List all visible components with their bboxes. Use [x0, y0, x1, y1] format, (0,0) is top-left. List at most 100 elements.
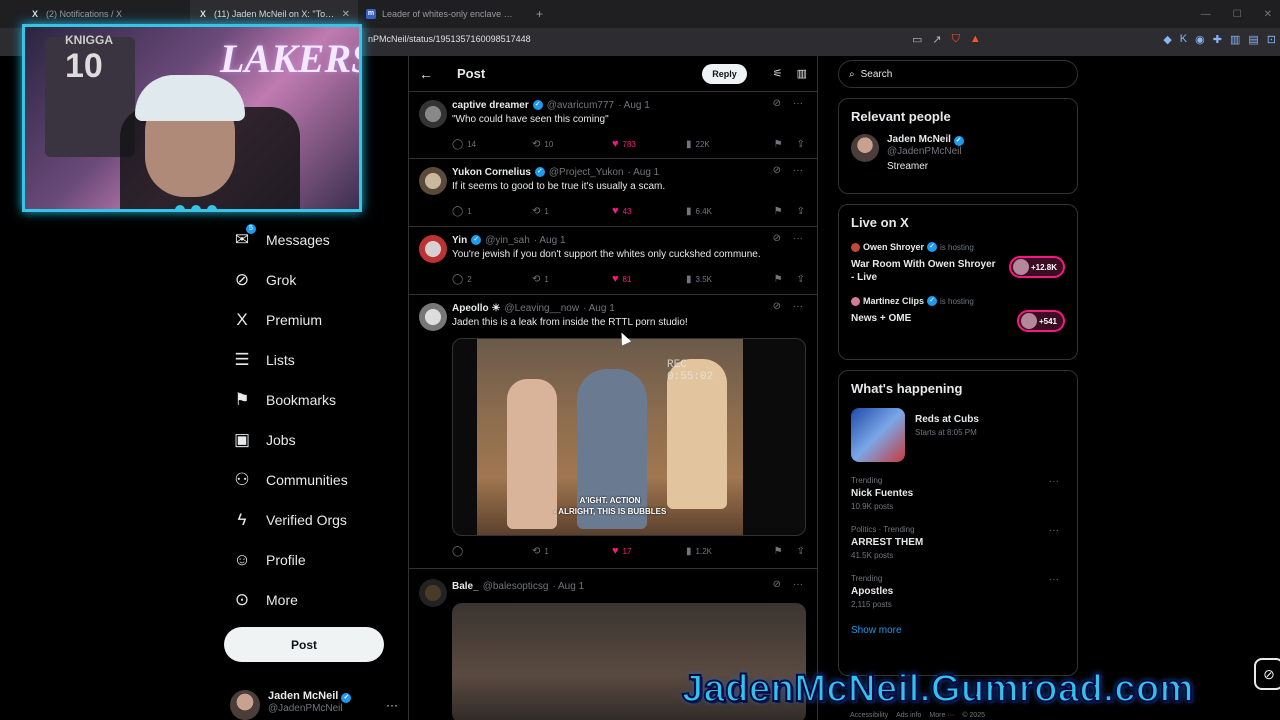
- trend-item[interactable]: Trending Apostles 2,115 posts ···: [851, 574, 1065, 609]
- puzzle-icon[interactable]: ✚: [1213, 33, 1222, 46]
- browser-tab[interactable]: m Leader of whites-only enclave Eric O: [358, 0, 526, 28]
- share-icon[interactable]: ↗: [932, 33, 941, 46]
- live-space[interactable]: Martinez Clips ✓ is hosting News + OME +54…: [851, 296, 1065, 332]
- like-action[interactable]: ♥ 783: [612, 138, 686, 150]
- footer-link[interactable]: Accessibility: [850, 712, 888, 719]
- sidebar-item-bookmarks[interactable]: ⚑ Bookmarks: [224, 380, 394, 420]
- minimize-icon[interactable]: —: [1201, 9, 1211, 20]
- show-more-link[interactable]: Show more: [851, 625, 1065, 636]
- reply-action[interactable]: ◯ 14: [452, 139, 532, 150]
- relevant-person[interactable]: Jaden McNeil ✓ @JadenPMcNeil Streamer: [851, 134, 1065, 172]
- footer-link[interactable]: More ···: [929, 712, 954, 719]
- featured-trend[interactable]: Reds at Cubs Starts at 8:05 PM: [851, 408, 1065, 462]
- more-options-icon[interactable]: ···: [793, 301, 803, 312]
- views-action[interactable]: ▮ 22K: [686, 139, 760, 150]
- sidebar-item-grok[interactable]: ⊘ Grok: [224, 260, 394, 300]
- reader-icon[interactable]: ▥: [797, 67, 807, 80]
- tweet-date[interactable]: · Aug 1: [534, 235, 566, 246]
- new-tab-button[interactable]: +: [526, 7, 553, 21]
- extension-icon[interactable]: ◉: [1195, 33, 1205, 46]
- reply-button[interactable]: Reply: [702, 63, 747, 84]
- sidebar-item-more[interactable]: ⊙ More: [224, 580, 394, 620]
- reply-tweet[interactable]: Yukon Cornelius ✓ @Project_Yukon · Aug 1…: [409, 159, 817, 227]
- like-action[interactable]: ♥ 81: [612, 273, 686, 285]
- sidebar-icon[interactable]: ▥: [1230, 33, 1240, 46]
- listener-pill[interactable]: +12.8K: [1008, 256, 1065, 278]
- sidebar-item-communities[interactable]: ⚇ Communities: [224, 460, 394, 500]
- footer-link[interactable]: Ads info: [896, 712, 921, 719]
- like-action[interactable]: ♥ 17: [612, 545, 686, 557]
- grok-floating-icon[interactable]: ⊘: [1254, 658, 1280, 690]
- url-field[interactable]: nPMcNeil/status/1951357160098517448: [368, 34, 531, 44]
- extension-icon[interactable]: ◆: [1163, 33, 1171, 46]
- repost-action[interactable]: ⟲ 1: [532, 274, 612, 285]
- grok-icon[interactable]: ⊘: [773, 579, 781, 590]
- tweet-author-name[interactable]: Apeollo ☀: [452, 303, 500, 314]
- reply-tweet[interactable]: captive dreamer ✓ @avaricum777 · Aug 1 ⊘…: [409, 92, 817, 159]
- views-action[interactable]: ▮ 1.2K: [686, 546, 760, 557]
- grok-icon[interactable]: ⊘: [773, 301, 781, 312]
- more-options-icon[interactable]: ···: [1049, 525, 1059, 536]
- sidebar-item-jobs[interactable]: ▣ Jobs: [224, 420, 394, 460]
- reply-tweet[interactable]: Yin ✓ @yin_sah · Aug 1 ⊘ ··· You're jewis…: [409, 227, 817, 295]
- extension-icon[interactable]: K: [1180, 33, 1187, 46]
- tweet-video[interactable]: REC 0:55:02 A'IGHT. ACTION - ALRIGHT, TH…: [452, 338, 806, 536]
- tweet-author-handle[interactable]: @balesopticsg: [483, 581, 549, 592]
- bookmark-icon[interactable]: ⚑: [774, 274, 783, 285]
- sidebar-item-profile[interactable]: ☺ Profile: [224, 540, 394, 580]
- bookmark-icon[interactable]: ⚑: [774, 546, 783, 557]
- post-button[interactable]: Post: [224, 627, 384, 662]
- filter-icon[interactable]: ⚟: [773, 67, 783, 80]
- tweet-date[interactable]: · Aug 1: [628, 167, 660, 178]
- live-space[interactable]: Owen Shroyer ✓ is hosting War Room With Ow…: [851, 242, 1065, 284]
- sidebar-item-verified-orgs[interactable]: ϟ Verified Orgs: [224, 500, 394, 540]
- trend-item[interactable]: Trending Nick Fuentes 10.9K posts ···: [851, 476, 1065, 511]
- tweet-author-handle[interactable]: @avaricum777: [547, 100, 614, 111]
- tweet-author-handle[interactable]: @Project_Yukon: [549, 167, 624, 178]
- close-window-icon[interactable]: ✕: [1264, 9, 1272, 20]
- reply-action[interactable]: ◯ 2: [452, 274, 532, 285]
- reply-action[interactable]: ◯: [452, 546, 532, 557]
- sidebar-item-messages[interactable]: ✉ 5 Messages: [224, 220, 394, 260]
- vpn-icon[interactable]: ⊡: [1267, 33, 1276, 46]
- more-options-icon[interactable]: ···: [386, 698, 398, 712]
- brave-shield-icon[interactable]: ⛉: [952, 33, 960, 46]
- like-action[interactable]: ♥ 43: [612, 205, 686, 217]
- reply-action[interactable]: ◯ 1: [452, 206, 532, 217]
- share-icon[interactable]: ⇪: [797, 546, 805, 557]
- more-options-icon[interactable]: ···: [1049, 574, 1059, 585]
- listener-pill[interactable]: +541: [1016, 310, 1065, 332]
- tweet-author-name[interactable]: Yukon Cornelius: [452, 167, 531, 178]
- screen-icon[interactable]: ▭: [912, 33, 922, 46]
- maximize-icon[interactable]: ☐: [1233, 9, 1242, 20]
- tweet-date[interactable]: · Aug 1: [552, 581, 584, 592]
- views-action[interactable]: ▮ 6.4K: [686, 206, 760, 217]
- tweet-date[interactable]: · Aug 1: [618, 100, 650, 111]
- tweet-author-name[interactable]: Bale_: [452, 581, 479, 592]
- sidebar-item-lists[interactable]: ☰ Lists: [224, 340, 394, 380]
- sidebar-item-premium[interactable]: X Premium: [224, 300, 394, 340]
- close-icon[interactable]: ✕: [342, 9, 350, 20]
- more-options-icon[interactable]: ···: [793, 98, 803, 109]
- bookmark-icon[interactable]: ⚑: [774, 206, 783, 217]
- share-icon[interactable]: ⇪: [797, 206, 805, 217]
- repost-action[interactable]: ⟲ 1: [532, 546, 612, 557]
- tweet-author-name[interactable]: captive dreamer: [452, 100, 529, 111]
- grok-icon[interactable]: ⊘: [773, 233, 781, 244]
- account-switcher[interactable]: Jaden McNeil ✓ @JadenPMcNeil ···: [230, 690, 400, 720]
- repost-action[interactable]: ⟲ 1: [532, 206, 612, 217]
- search-input[interactable]: ⌕ Search: [838, 60, 1078, 88]
- grok-icon[interactable]: ⊘: [773, 98, 781, 109]
- wallet-icon[interactable]: ▤: [1248, 33, 1258, 46]
- more-options-icon[interactable]: ···: [793, 233, 803, 244]
- reply-tweet[interactable]: Apeollo ☀ @Leaving__now · Aug 1 ⊘ ··· Jad…: [409, 295, 817, 569]
- more-options-icon[interactable]: ···: [1049, 476, 1059, 487]
- tweet-author-handle[interactable]: @yin_sah: [485, 235, 530, 246]
- repost-action[interactable]: ⟲ 10: [532, 139, 612, 150]
- trend-item[interactable]: Politics · Trending ARREST THEM 41.5K po…: [851, 525, 1065, 560]
- share-icon[interactable]: ⇪: [797, 139, 805, 150]
- tweet-date[interactable]: · Aug 1: [583, 303, 615, 314]
- more-options-icon[interactable]: ···: [793, 165, 803, 176]
- tweet-author-name[interactable]: Yin: [452, 235, 467, 246]
- more-options-icon[interactable]: ···: [793, 579, 803, 590]
